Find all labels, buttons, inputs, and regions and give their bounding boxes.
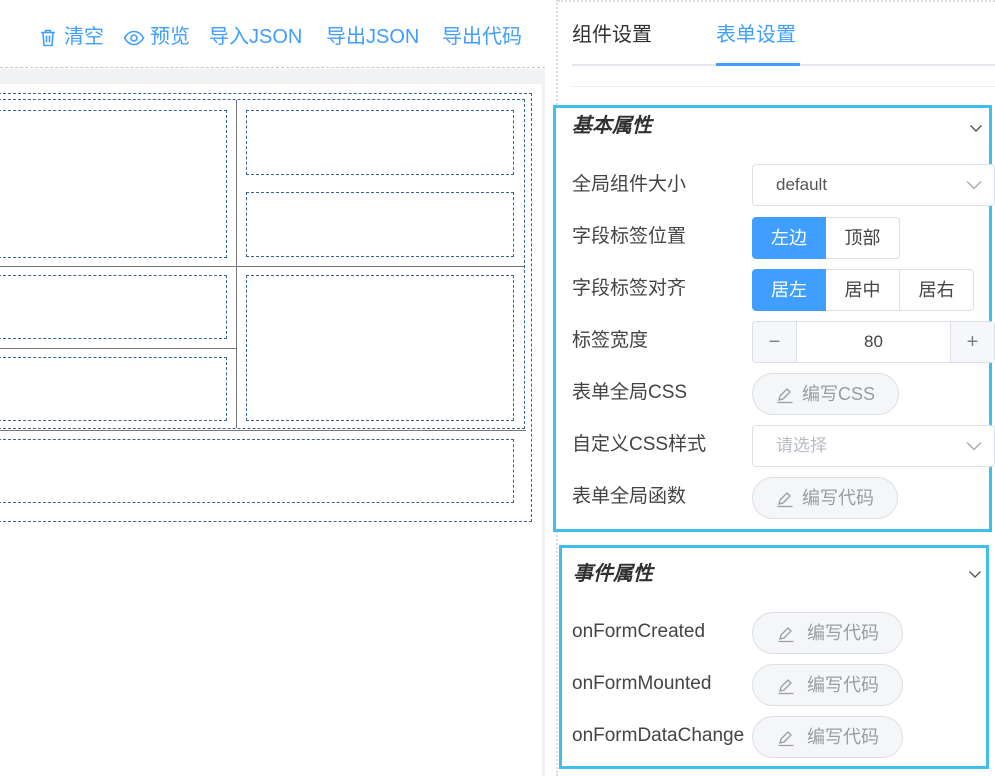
edit-on-form-created-button[interactable]: 编写代码	[752, 612, 903, 654]
chevron-down-icon[interactable]	[968, 567, 982, 581]
decrement-button[interactable]: −	[753, 322, 797, 362]
clear-label: 清空	[64, 26, 104, 48]
grid-row-divider	[237, 266, 524, 267]
edit-css-button[interactable]: 编写CSS	[752, 373, 899, 415]
grid-cell[interactable]	[0, 439, 514, 503]
label-align-label: 字段标签对齐	[572, 278, 687, 299]
label-position-group: 左边 顶部	[752, 217, 900, 259]
designer-toolbar: 清空 预览 导入JSON 导出JSON 导出代码	[0, 0, 545, 68]
label-width-label: 标签宽度	[572, 330, 649, 351]
grid-row-divider	[0, 430, 526, 431]
label-position-left[interactable]: 左边	[752, 217, 826, 259]
export-json-button[interactable]: 导出JSON	[326, 22, 419, 52]
export-code-button[interactable]: 导出代码	[442, 22, 522, 52]
eye-icon	[123, 30, 145, 46]
size-label: 全局组件大小	[572, 174, 687, 195]
preview-label: 预览	[150, 26, 190, 48]
grid-cell[interactable]	[0, 275, 227, 339]
section-title: 基本属性	[572, 115, 652, 137]
form-designer: 清空 预览 导入JSON 导出JSON 导出代码 组件设置 表单设置 基本属性 …	[0, 0, 995, 776]
grid-cell[interactable]	[0, 357, 227, 421]
tab-form-settings[interactable]: 表单设置	[716, 20, 796, 50]
custom-css-select[interactable]: 请选择	[752, 425, 995, 467]
chevron-down-icon	[966, 442, 982, 451]
edit-code-label: 编写代码	[807, 727, 879, 747]
edit-icon	[777, 388, 793, 404]
edit-icon	[778, 679, 794, 695]
clear-button[interactable]: 清空	[38, 22, 104, 52]
on-form-data-change-label: onFormDataChange	[572, 725, 745, 746]
grid-cell[interactable]	[246, 192, 514, 257]
on-form-mounted-label: onFormMounted	[572, 673, 712, 694]
chevron-down-icon[interactable]	[969, 121, 983, 135]
increment-button[interactable]: +	[950, 322, 994, 362]
grid-row-divider	[0, 348, 236, 349]
chevron-down-icon	[966, 181, 982, 190]
section-title: 事件属性	[573, 563, 653, 585]
design-canvas	[0, 84, 542, 776]
label-width-value[interactable]: 80	[797, 322, 950, 362]
basic-properties-section: 基本属性 全局组件大小 default 字段标签位置 左边 顶部 字段标签对齐 …	[553, 105, 995, 532]
event-properties-section: 事件属性 onFormCreated 编写代码 onFormMounted 编写…	[559, 545, 989, 769]
grid-column-divider	[236, 100, 237, 428]
edit-icon	[778, 731, 794, 747]
import-json-button[interactable]: 导入JSON	[209, 22, 302, 52]
label-position-top[interactable]: 顶部	[826, 217, 900, 259]
settings-tabs: 组件设置 表单设置	[572, 0, 995, 66]
preview-button[interactable]: 预览	[123, 22, 190, 52]
label-align-group: 居左 居中 居右	[752, 269, 974, 311]
global-css-label: 表单全局CSS	[572, 382, 688, 403]
grid-cell[interactable]	[246, 275, 514, 421]
edit-on-form-data-change-button[interactable]: 编写代码	[752, 716, 903, 758]
global-functions-label: 表单全局函数	[572, 486, 687, 507]
grid-row-divider	[0, 266, 236, 267]
align-right[interactable]: 居右	[900, 269, 974, 311]
tab-component-settings[interactable]: 组件设置	[572, 20, 652, 50]
edit-functions-button[interactable]: 编写代码	[752, 477, 898, 519]
edit-css-label: 编写CSS	[802, 384, 876, 404]
grid-cell[interactable]	[246, 110, 514, 175]
divider	[572, 86, 995, 87]
edit-icon	[777, 492, 793, 508]
label-width-stepper: − 80 +	[752, 321, 995, 363]
edit-icon	[778, 627, 794, 643]
edit-code-label: 编写代码	[807, 623, 879, 643]
trash-icon	[41, 29, 55, 47]
size-value: default	[776, 175, 828, 194]
align-center[interactable]: 居中	[826, 269, 900, 311]
custom-css-placeholder: 请选择	[776, 436, 827, 455]
custom-css-label: 自定义CSS样式	[572, 434, 707, 455]
edit-code-label: 编写代码	[807, 675, 879, 695]
grid-cell[interactable]	[0, 110, 227, 258]
active-tab-indicator	[716, 63, 800, 66]
align-left[interactable]: 居左	[752, 269, 826, 311]
on-form-created-label: onFormCreated	[572, 621, 706, 642]
edit-functions-label: 编写代码	[802, 488, 874, 508]
label-position-label: 字段标签位置	[572, 226, 687, 247]
edit-on-form-mounted-button[interactable]: 编写代码	[752, 664, 903, 706]
component-size-select[interactable]: default	[752, 164, 995, 206]
